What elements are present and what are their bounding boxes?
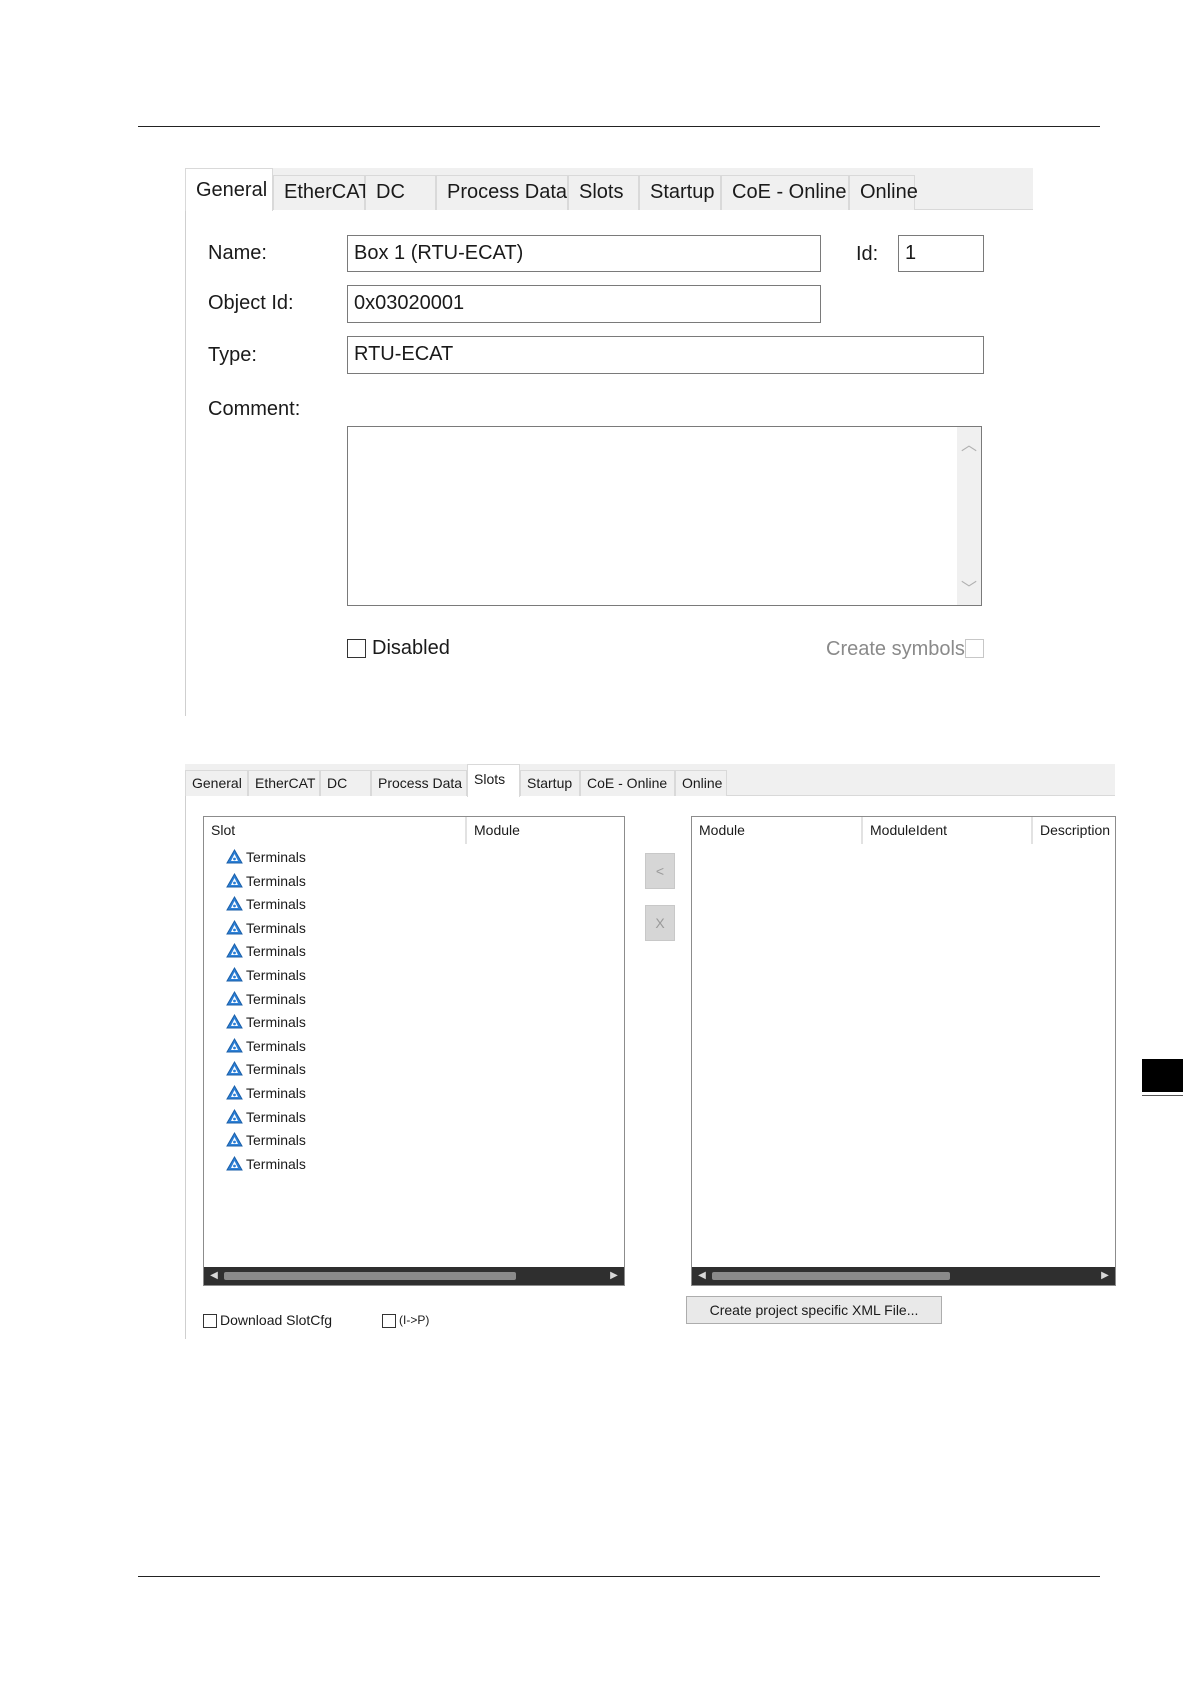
tab-slots[interactable]: Slots xyxy=(568,175,639,210)
create-xml-file-button[interactable]: Create project specific XML File... xyxy=(686,1296,942,1324)
page-bottom-rule xyxy=(138,1576,1100,1577)
tab-process-data[interactable]: Process Data xyxy=(371,770,467,796)
column-header-slot[interactable]: Slot xyxy=(204,817,466,844)
disabled-checkbox[interactable] xyxy=(347,639,366,658)
tab-online[interactable]: Online xyxy=(849,175,918,210)
i-to-p-checkbox[interactable] xyxy=(382,1314,396,1328)
general-tab-content: Name: Box 1 (RTU-ECAT) Id: 1 Object Id: … xyxy=(185,210,1033,716)
warning-triangle-icon xyxy=(226,1014,243,1029)
object-id-field[interactable]: 0x03020001 xyxy=(347,285,821,323)
warning-triangle-icon xyxy=(226,1108,243,1124)
download-slotcfg-checkbox[interactable] xyxy=(203,1314,217,1328)
name-label: Name: xyxy=(208,242,267,264)
slot-row-label: Terminals xyxy=(246,1132,306,1149)
general-properties-panel: General EtherCAT DC Process Data Slots S… xyxy=(185,168,1033,716)
slot-row-label: Terminals xyxy=(246,1014,306,1031)
slot-row-label: Terminals xyxy=(246,896,306,913)
warning-triangle-icon xyxy=(226,967,243,982)
module-list[interactable]: Module ModuleIdent Description ◀ ▶ xyxy=(691,816,1116,1286)
type-label: Type: xyxy=(208,344,257,366)
slot-row-label: Terminals xyxy=(246,872,306,889)
warning-triangle-icon xyxy=(226,943,243,958)
column-header-module[interactable]: Module xyxy=(466,817,624,844)
column-header-moduleident[interactable]: ModuleIdent xyxy=(862,817,1032,844)
slot-row-label: Terminals xyxy=(246,990,306,1007)
object-id-label: Object Id: xyxy=(208,292,294,314)
warning-triangle-icon xyxy=(226,896,243,911)
tab-bar: General EtherCAT DC Process Data Slots S… xyxy=(185,764,1115,797)
warning-triangle-icon xyxy=(226,849,243,864)
warning-triangle-icon xyxy=(226,1132,243,1147)
tab-coe-online[interactable]: CoE - Online xyxy=(721,175,849,210)
tab-bar: General EtherCAT DC Process Data Slots S… xyxy=(185,168,1033,211)
tab-online[interactable]: Online xyxy=(675,770,727,796)
chapter-marker xyxy=(1142,1059,1183,1092)
tab-slots[interactable]: Slots xyxy=(467,764,520,797)
scrollbar-thumb[interactable] xyxy=(224,1272,516,1280)
comment-label: Comment: xyxy=(208,398,301,420)
id-label: Id: xyxy=(856,243,879,265)
scroll-up-icon[interactable]: ︿ xyxy=(957,431,981,455)
warning-triangle-icon xyxy=(226,1085,243,1100)
slot-row-label: Terminals xyxy=(246,1085,306,1101)
slot-list[interactable]: Slot Module Terminals Terminals Terminals T… xyxy=(203,816,625,1286)
tab-ethercat[interactable]: EtherCAT xyxy=(248,770,320,796)
scroll-right-icon[interactable]: ▶ xyxy=(1097,1267,1113,1285)
tab-general[interactable]: General xyxy=(185,168,273,211)
slot-list-horizontal-scrollbar[interactable]: ◀ ▶ xyxy=(204,1267,624,1285)
download-slotcfg-label: Download SlotCfg xyxy=(220,1312,333,1328)
module-list-horizontal-scrollbar[interactable]: ◀ ▶ xyxy=(692,1267,1115,1285)
warning-triangle-icon xyxy=(226,1061,243,1076)
slots-tab-content: Slot Module Terminals Terminals Terminals T… xyxy=(185,796,1116,1339)
tab-general[interactable]: General xyxy=(185,770,248,796)
i-to-p-label: (I->P) xyxy=(399,1313,430,1327)
tab-ethercat[interactable]: EtherCAT xyxy=(273,175,370,210)
column-header-description[interactable]: Description xyxy=(1032,817,1115,844)
tab-startup[interactable]: Startup xyxy=(639,175,721,210)
name-field[interactable]: Box 1 (RTU-ECAT) xyxy=(347,235,821,272)
slots-properties-panel: General EtherCAT DC Process Data Slots S… xyxy=(185,764,1116,1339)
scroll-left-icon[interactable]: ◀ xyxy=(206,1267,222,1285)
create-symbols-checkbox[interactable] xyxy=(965,639,984,658)
column-header-module[interactable]: Module xyxy=(692,817,862,844)
slot-row-label: Terminals xyxy=(246,967,306,983)
scroll-down-icon[interactable]: ﹀ xyxy=(957,575,981,599)
tab-dc[interactable]: DC xyxy=(320,770,371,796)
tab-startup[interactable]: Startup xyxy=(520,770,580,796)
tab-dc[interactable]: DC xyxy=(365,175,436,210)
slot-row-label: Terminals xyxy=(246,1037,306,1054)
create-symbols-label: Create symbols xyxy=(826,638,965,660)
chapter-marker-line xyxy=(1142,1095,1183,1096)
slot-row-label: Terminals xyxy=(246,1108,306,1125)
id-field[interactable]: 1 xyxy=(898,235,984,272)
page-top-rule xyxy=(138,126,1100,127)
disabled-label: Disabled xyxy=(372,637,450,659)
tab-process-data[interactable]: Process Data xyxy=(436,175,568,210)
warning-triangle-icon xyxy=(226,1037,243,1053)
warning-triangle-icon xyxy=(226,919,243,935)
slot-row-label: Terminals xyxy=(246,1061,306,1078)
type-field[interactable]: RTU-ECAT xyxy=(347,336,984,374)
slot-row-label: Terminals xyxy=(246,943,306,960)
slot-row-label: Terminals xyxy=(246,1155,306,1172)
scroll-left-icon[interactable]: ◀ xyxy=(694,1267,710,1285)
slot-row-label: Terminals xyxy=(246,919,306,936)
scrollbar-thumb[interactable] xyxy=(712,1272,950,1280)
warning-triangle-icon xyxy=(226,872,243,888)
warning-triangle-icon xyxy=(226,1155,243,1171)
insert-module-button[interactable]: < xyxy=(645,853,675,889)
slot-row-label: Terminals xyxy=(246,849,306,865)
remove-module-button[interactable]: X xyxy=(645,905,675,941)
comment-textarea[interactable]: ︿ ﹀ xyxy=(347,426,982,606)
tab-coe-online[interactable]: CoE - Online xyxy=(580,770,675,796)
comment-vertical-scrollbar[interactable]: ︿ ﹀ xyxy=(957,427,981,605)
scroll-right-icon[interactable]: ▶ xyxy=(606,1267,622,1285)
warning-triangle-icon xyxy=(226,990,243,1006)
